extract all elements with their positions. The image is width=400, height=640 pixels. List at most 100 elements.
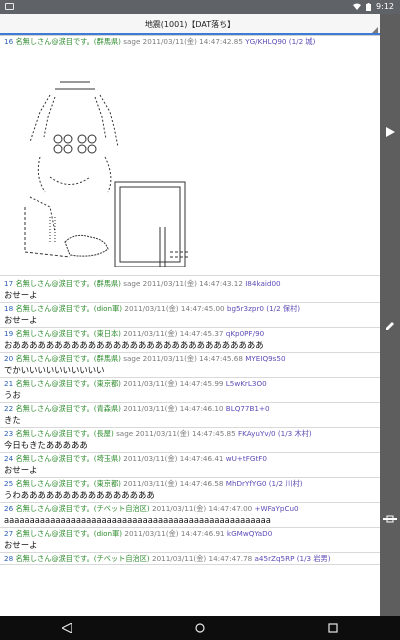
- post-meta: 2011/03/11(金) 14:47:46.41: [120, 454, 226, 463]
- post-20: 20 名無しさん@涙目です。(群馬県) sage 2011/03/11(金) 1…: [0, 353, 380, 378]
- post-16: 16 名無しさん@涙目です。(群馬県) sage 2011/03/11(金) 1…: [0, 36, 380, 276]
- poster-name: 名無しさん@涙目です。: [15, 304, 94, 313]
- post-body: 今日もきたあああああ: [4, 440, 88, 450]
- post-number[interactable]: 19: [4, 329, 13, 338]
- post-header: 25 名無しさん@涙目です。(東京都) 2011/03/11(金) 14:47:…: [4, 478, 376, 489]
- play-arrow-icon[interactable]: [380, 122, 400, 142]
- poster-id[interactable]: FKAyuYv/0 (1/3 木村): [238, 429, 312, 438]
- poster-region: (群馬県): [93, 354, 121, 363]
- post-number[interactable]: 26: [4, 504, 13, 513]
- back-icon[interactable]: [47, 616, 87, 640]
- read-progress-bar: [0, 33, 380, 35]
- poster-region: (東京都): [93, 379, 121, 388]
- poster-name: 名無しさん@涙目です。: [15, 329, 94, 338]
- poster-region: (dion軍): [93, 304, 123, 313]
- post-header: 21 名無しさん@涙目です。(東京都) 2011/03/11(金) 14:47:…: [4, 378, 376, 389]
- post-body: おせーよ: [4, 290, 38, 300]
- post-24: 24 名無しさん@涙目です。(埼玉県) 2011/03/11(金) 14:47:…: [0, 453, 380, 478]
- post-number[interactable]: 28: [4, 554, 13, 563]
- poster-region: (群馬県): [93, 279, 121, 288]
- post-header: 24 名無しさん@涙目です。(埼玉県) 2011/03/11(金) 14:47:…: [4, 453, 376, 464]
- recents-icon[interactable]: [313, 616, 353, 640]
- side-panel: [380, 14, 400, 616]
- post-27: 27 名無しさん@涙目です。(dion軍) 2011/03/11(金) 14:4…: [0, 528, 380, 553]
- post-23: 23 名無しさん@涙目です。(長屋) sage 2011/03/11(金) 14…: [0, 428, 380, 453]
- poster-region: (チベット自治区): [93, 504, 150, 513]
- post-number[interactable]: 21: [4, 379, 13, 388]
- status-bar: 9:12: [0, 0, 400, 14]
- post-17: 17 名無しさん@涙目です。(群馬県) sage 2011/03/11(金) 1…: [0, 276, 380, 303]
- post-body: でかいいいいいいいいいい: [4, 365, 105, 375]
- poster-id[interactable]: kGMwQYaD0: [227, 529, 272, 538]
- poster-name: 名無しさん@涙目です。: [15, 529, 94, 538]
- poster-region: (東日本): [93, 329, 121, 338]
- post-meta: sage 2011/03/11(金) 14:47:45.68: [120, 354, 246, 363]
- post-number[interactable]: 25: [4, 479, 13, 488]
- post-28: 28 名無しさん@涙目です。(チベット自治区) 2011/03/11(金) 14…: [0, 553, 380, 565]
- post-meta: 2011/03/11(金) 14:47:46.91: [122, 529, 227, 538]
- poster-id[interactable]: a45rZq5RP (1/3 岩男): [255, 554, 331, 563]
- post-meta: 2011/03/11(金) 14:47:45.99: [120, 379, 226, 388]
- post-19: 19 名無しさん@涙目です。(東日本) 2011/03/11(金) 14:47:…: [0, 328, 380, 353]
- post-number[interactable]: 22: [4, 404, 13, 413]
- post-header: 23 名無しさん@涙目です。(長屋) sage 2011/03/11(金) 14…: [4, 428, 376, 439]
- post-header: 16 名無しさん@涙目です。(群馬県) sage 2011/03/11(金) 1…: [4, 36, 376, 47]
- post-header: 27 名無しさん@涙目です。(dion軍) 2011/03/11(金) 14:4…: [4, 528, 376, 539]
- post-meta: 2011/03/11(金) 14:47:45.00: [122, 304, 227, 313]
- post-list[interactable]: 16 名無しさん@涙目です。(群馬県) sage 2011/03/11(金) 1…: [0, 36, 380, 616]
- post-header: 28 名無しさん@涙目です。(チベット自治区) 2011/03/11(金) 14…: [4, 553, 376, 564]
- post-header: 26 名無しさん@涙目です。(チベット自治区) 2011/03/11(金) 14…: [4, 503, 376, 514]
- poster-id[interactable]: MYEIQ9s50: [245, 354, 285, 363]
- post-body: aaaaaaaaaaaaaaaaaaaaaaaaaaaaaaaaaaaaaaaa…: [4, 515, 271, 525]
- poster-name: 名無しさん@涙目です。: [15, 429, 94, 438]
- post-number[interactable]: 27: [4, 529, 13, 538]
- system-nav-bar: [0, 616, 400, 640]
- post-26: 26 名無しさん@涙目です。(チベット自治区) 2011/03/11(金) 14…: [0, 503, 380, 528]
- post-meta: 2011/03/11(金) 14:47:46.10: [120, 404, 226, 413]
- scroll-handle-icon[interactable]: [380, 509, 400, 529]
- poster-id[interactable]: +WFaYpCu0: [255, 504, 299, 513]
- poster-id[interactable]: bg5r3zpr0 (1/2 保村): [227, 304, 300, 313]
- poster-region: (長屋): [93, 429, 114, 438]
- pencil-icon[interactable]: [380, 316, 400, 336]
- post-body: おせーよ: [4, 540, 38, 550]
- battery-icon: [366, 2, 372, 11]
- poster-name: 名無しさん@涙目です。: [15, 404, 94, 413]
- post-meta: sage 2011/03/11(金) 14:47:42.85: [120, 37, 246, 46]
- post-body: おああああああああああああああああああああああああああああああ: [4, 340, 264, 350]
- post-header: 17 名無しさん@涙目です。(群馬県) sage 2011/03/11(金) 1…: [4, 278, 376, 289]
- poster-id[interactable]: MhDrYfYG0 (1/2 川村): [226, 479, 303, 488]
- poster-id[interactable]: qKp0PF/90: [226, 329, 264, 338]
- post-22: 22 名無しさん@涙目です。(青森県) 2011/03/11(金) 14:47:…: [0, 403, 380, 428]
- post-body: きた: [4, 415, 21, 425]
- post-meta: sage 2011/03/11(金) 14:47:45.85: [113, 429, 238, 438]
- post-number[interactable]: 17: [4, 279, 13, 288]
- poster-name: 名無しさん@涙目です。: [15, 37, 94, 46]
- post-number[interactable]: 24: [4, 454, 13, 463]
- post-number[interactable]: 20: [4, 354, 13, 363]
- post-number[interactable]: 18: [4, 304, 13, 313]
- post-18: 18 名無しさん@涙目です。(dion軍) 2011/03/11(金) 14:4…: [0, 303, 380, 328]
- poster-region: (埼玉県): [93, 454, 121, 463]
- poster-id[interactable]: wU+tFGtF0: [226, 454, 267, 463]
- home-icon[interactable]: [180, 616, 220, 640]
- poster-name: 名無しさん@涙目です。: [15, 354, 94, 363]
- screenshot-icon: [5, 3, 14, 10]
- poster-region: (dion軍): [93, 529, 123, 538]
- post-21: 21 名無しさん@涙目です。(東京都) 2011/03/11(金) 14:47:…: [0, 378, 380, 403]
- post-header: 19 名無しさん@涙目です。(東日本) 2011/03/11(金) 14:47:…: [4, 328, 376, 339]
- clock: 9:12: [376, 2, 394, 11]
- poster-id[interactable]: BLQ77B1+0: [226, 404, 270, 413]
- post-header: 20 名無しさん@涙目です。(群馬県) sage 2011/03/11(金) 1…: [4, 353, 376, 364]
- poster-name: 名無しさん@涙目です。: [15, 454, 94, 463]
- poster-name: 名無しさん@涙目です。: [15, 479, 94, 488]
- post-number[interactable]: 23: [4, 429, 13, 438]
- post-number[interactable]: 16: [4, 37, 13, 46]
- post-header: 22 名無しさん@涙目です。(青森県) 2011/03/11(金) 14:47:…: [4, 403, 376, 414]
- poster-id[interactable]: I84kaid00: [245, 279, 280, 288]
- poster-id[interactable]: YG/KHLQ90 (1/2 城): [245, 37, 315, 46]
- poster-region: (チベット自治区): [93, 554, 150, 563]
- poster-id[interactable]: L5wKrL3O0: [226, 379, 267, 388]
- post-header: 18 名無しさん@涙目です。(dion軍) 2011/03/11(金) 14:4…: [4, 303, 376, 314]
- post-meta: 2011/03/11(金) 14:47:45.37: [120, 329, 226, 338]
